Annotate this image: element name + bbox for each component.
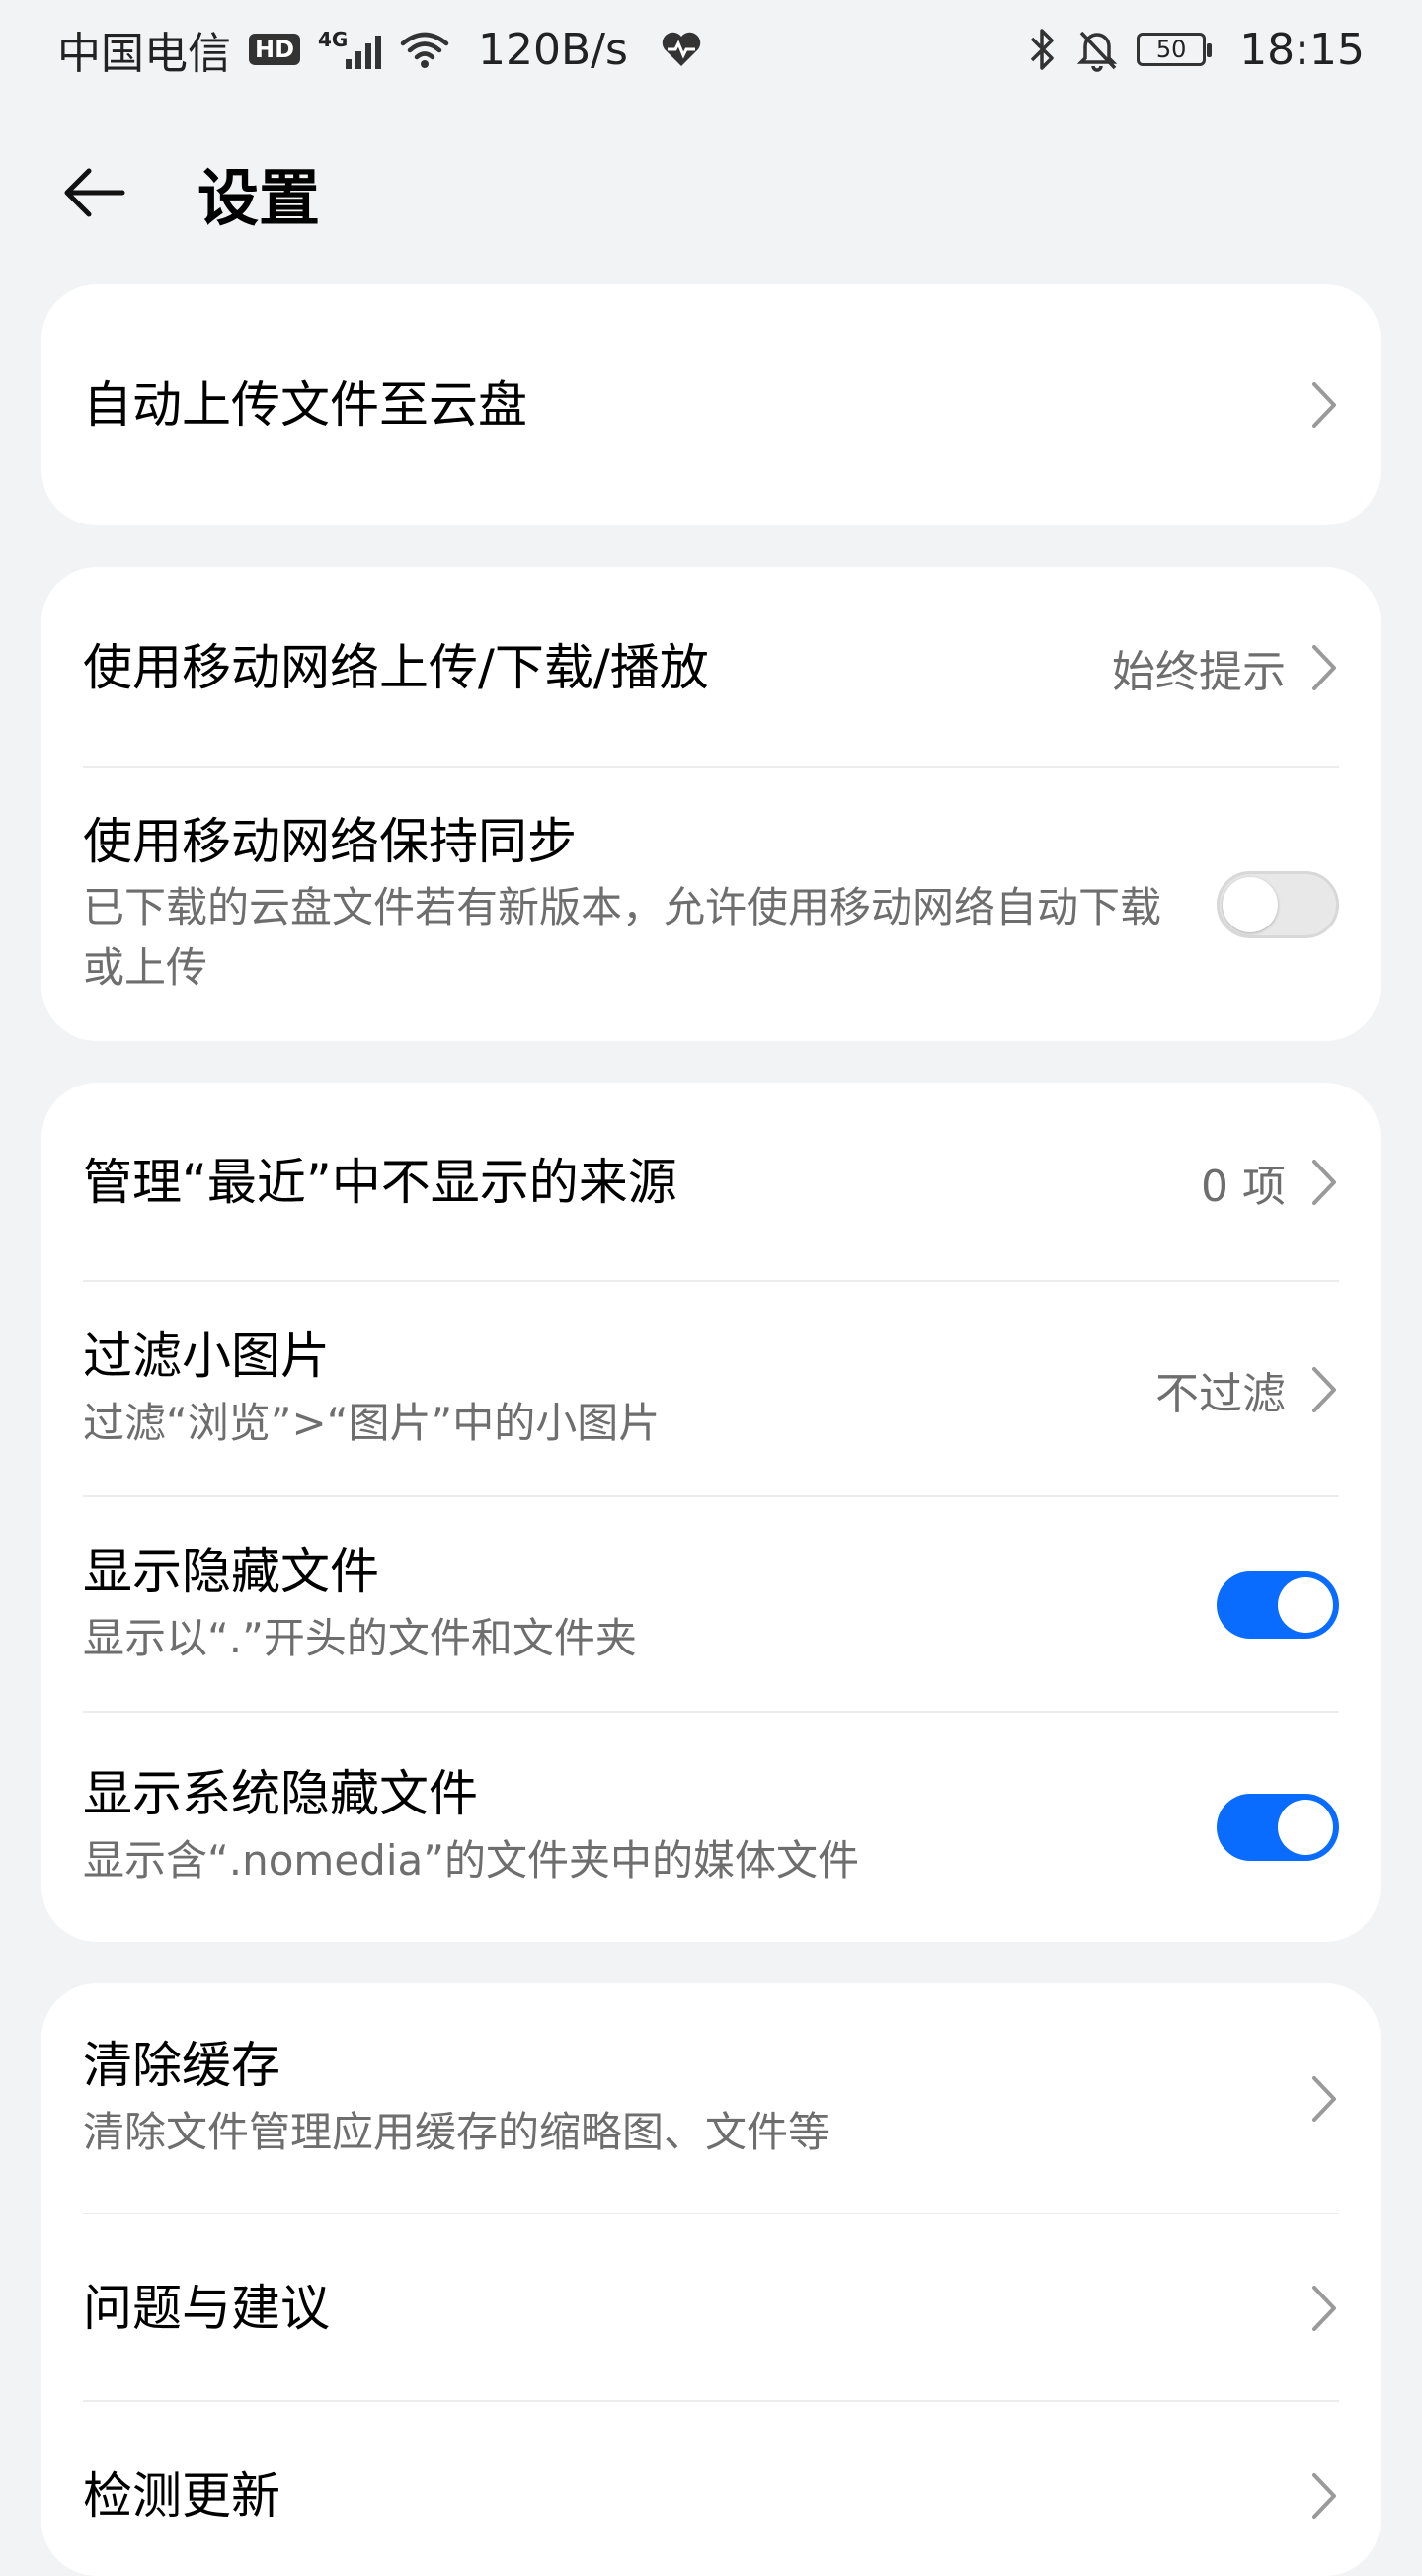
- filter-small-row[interactable]: 过滤小图片 过滤“浏览”>“图片”中的小图片 不过滤: [41, 1282, 1381, 1497]
- auto-upload-title: 自动上传文件至云盘: [83, 375, 527, 434]
- card-display: 管理“最近”中不显示的来源 0 项 过滤小图片 过滤“浏览”>“图片”中的小图片…: [41, 1083, 1381, 1942]
- feedback-title: 问题与建议: [83, 2279, 330, 2337]
- show-hidden-subtitle: 显示以“.”开头的文件和文件夹: [83, 1613, 637, 1662]
- filter-small-subtitle: 过滤“浏览”>“图片”中的小图片: [83, 1398, 661, 1447]
- show-system-hidden-subtitle: 显示含“.nomedia”的文件夹中的媒体文件: [83, 1835, 860, 1885]
- battery-icon: 50: [1137, 33, 1213, 66]
- card-mobile-network: 使用移动网络上传/下载/播放 始终提示 使用移动网络保持同步 已下载的云盘文件若…: [41, 567, 1381, 1041]
- hd-badge: HD: [249, 34, 301, 65]
- card-general: 清除缓存 清除文件管理应用缓存的缩略图、文件等 问题与建议 检测更新: [41, 1983, 1381, 2576]
- chevron-right-icon: [1312, 2473, 1336, 2519]
- show-system-hidden-row[interactable]: 显示系统隐藏文件 显示含“.nomedia”的文件夹中的媒体文件: [41, 1713, 1381, 1942]
- signal-icon: 4G: [318, 28, 382, 69]
- network-speed: 120B/s: [478, 24, 628, 75]
- heart-health-icon: [662, 32, 701, 66]
- filter-small-value: 不过滤: [1155, 1369, 1286, 1419]
- app-header: 设置: [0, 143, 1422, 242]
- chevron-right-icon: [1312, 1367, 1336, 1412]
- status-bar-right: 50 18:15: [1028, 25, 1365, 75]
- network-type-label: 4G: [318, 28, 349, 51]
- show-hidden-toggle[interactable]: [1217, 1571, 1339, 1639]
- recent-sources-row[interactable]: 管理“最近”中不显示的来源 0 项: [41, 1083, 1381, 1282]
- back-arrow-icon: [64, 168, 125, 217]
- check-update-row[interactable]: 检测更新: [41, 2402, 1381, 2576]
- page-title: 设置: [198, 162, 321, 234]
- chevron-right-icon: [1312, 2286, 1336, 2331]
- back-button[interactable]: [49, 143, 138, 242]
- clear-cache-row[interactable]: 清除缓存 清除文件管理应用缓存的缩略图、文件等: [41, 1983, 1381, 2214]
- feedback-row[interactable]: 问题与建议: [41, 2214, 1381, 2402]
- mobile-sync-subtitle: 已下载的云盘文件若有新版本，允许使用移动网络自动下载或上传: [83, 883, 1162, 993]
- mobile-sync-toggle[interactable]: [1217, 871, 1339, 938]
- recent-sources-value: 0 项: [1201, 1162, 1286, 1212]
- show-hidden-row[interactable]: 显示隐藏文件 显示以“.”开头的文件和文件夹: [41, 1497, 1381, 1713]
- chevron-right-icon: [1312, 2076, 1336, 2122]
- card-cloud: 自动上传文件至云盘: [41, 284, 1381, 525]
- clock: 18:15: [1239, 24, 1365, 75]
- auto-upload-row[interactable]: 自动上传文件至云盘: [41, 284, 1381, 525]
- carrier-label: 中国电信: [57, 29, 231, 79]
- recent-sources-title: 管理“最近”中不显示的来源: [83, 1153, 677, 1211]
- mobile-network-title: 使用移动网络上传/下载/播放: [83, 638, 709, 696]
- clear-cache-subtitle: 清除文件管理应用缓存的缩略图、文件等: [83, 2107, 830, 2156]
- clear-cache-title: 清除缓存: [83, 2037, 280, 2095]
- mobile-network-row[interactable]: 使用移动网络上传/下载/播放 始终提示: [41, 567, 1381, 768]
- show-hidden-title: 显示隐藏文件: [83, 1543, 379, 1601]
- mobile-sync-row[interactable]: 使用移动网络保持同步 已下载的云盘文件若有新版本，允许使用移动网络自动下载或上传: [41, 768, 1381, 1041]
- chevron-right-icon: [1312, 382, 1336, 428]
- mobile-network-value: 始终提示: [1112, 647, 1286, 697]
- mobile-sync-title: 使用移动网络保持同步: [83, 812, 577, 870]
- show-system-hidden-toggle[interactable]: [1217, 1794, 1339, 1861]
- bluetooth-icon: [1030, 29, 1054, 70]
- wifi-icon: [400, 32, 449, 68]
- check-update-title: 检测更新: [83, 2466, 280, 2525]
- status-bar-left: 中国电信 HD 4G 120B/s: [57, 18, 703, 81]
- show-system-hidden-title: 显示系统隐藏文件: [83, 1765, 478, 1823]
- chevron-right-icon: [1312, 645, 1336, 690]
- mute-bell-icon: [1076, 31, 1118, 72]
- filter-small-title: 过滤小图片: [83, 1328, 330, 1386]
- status-bar: 中国电信 HD 4G 120B/s 50 18:15: [0, 0, 1422, 99]
- chevron-right-icon: [1312, 1160, 1336, 1205]
